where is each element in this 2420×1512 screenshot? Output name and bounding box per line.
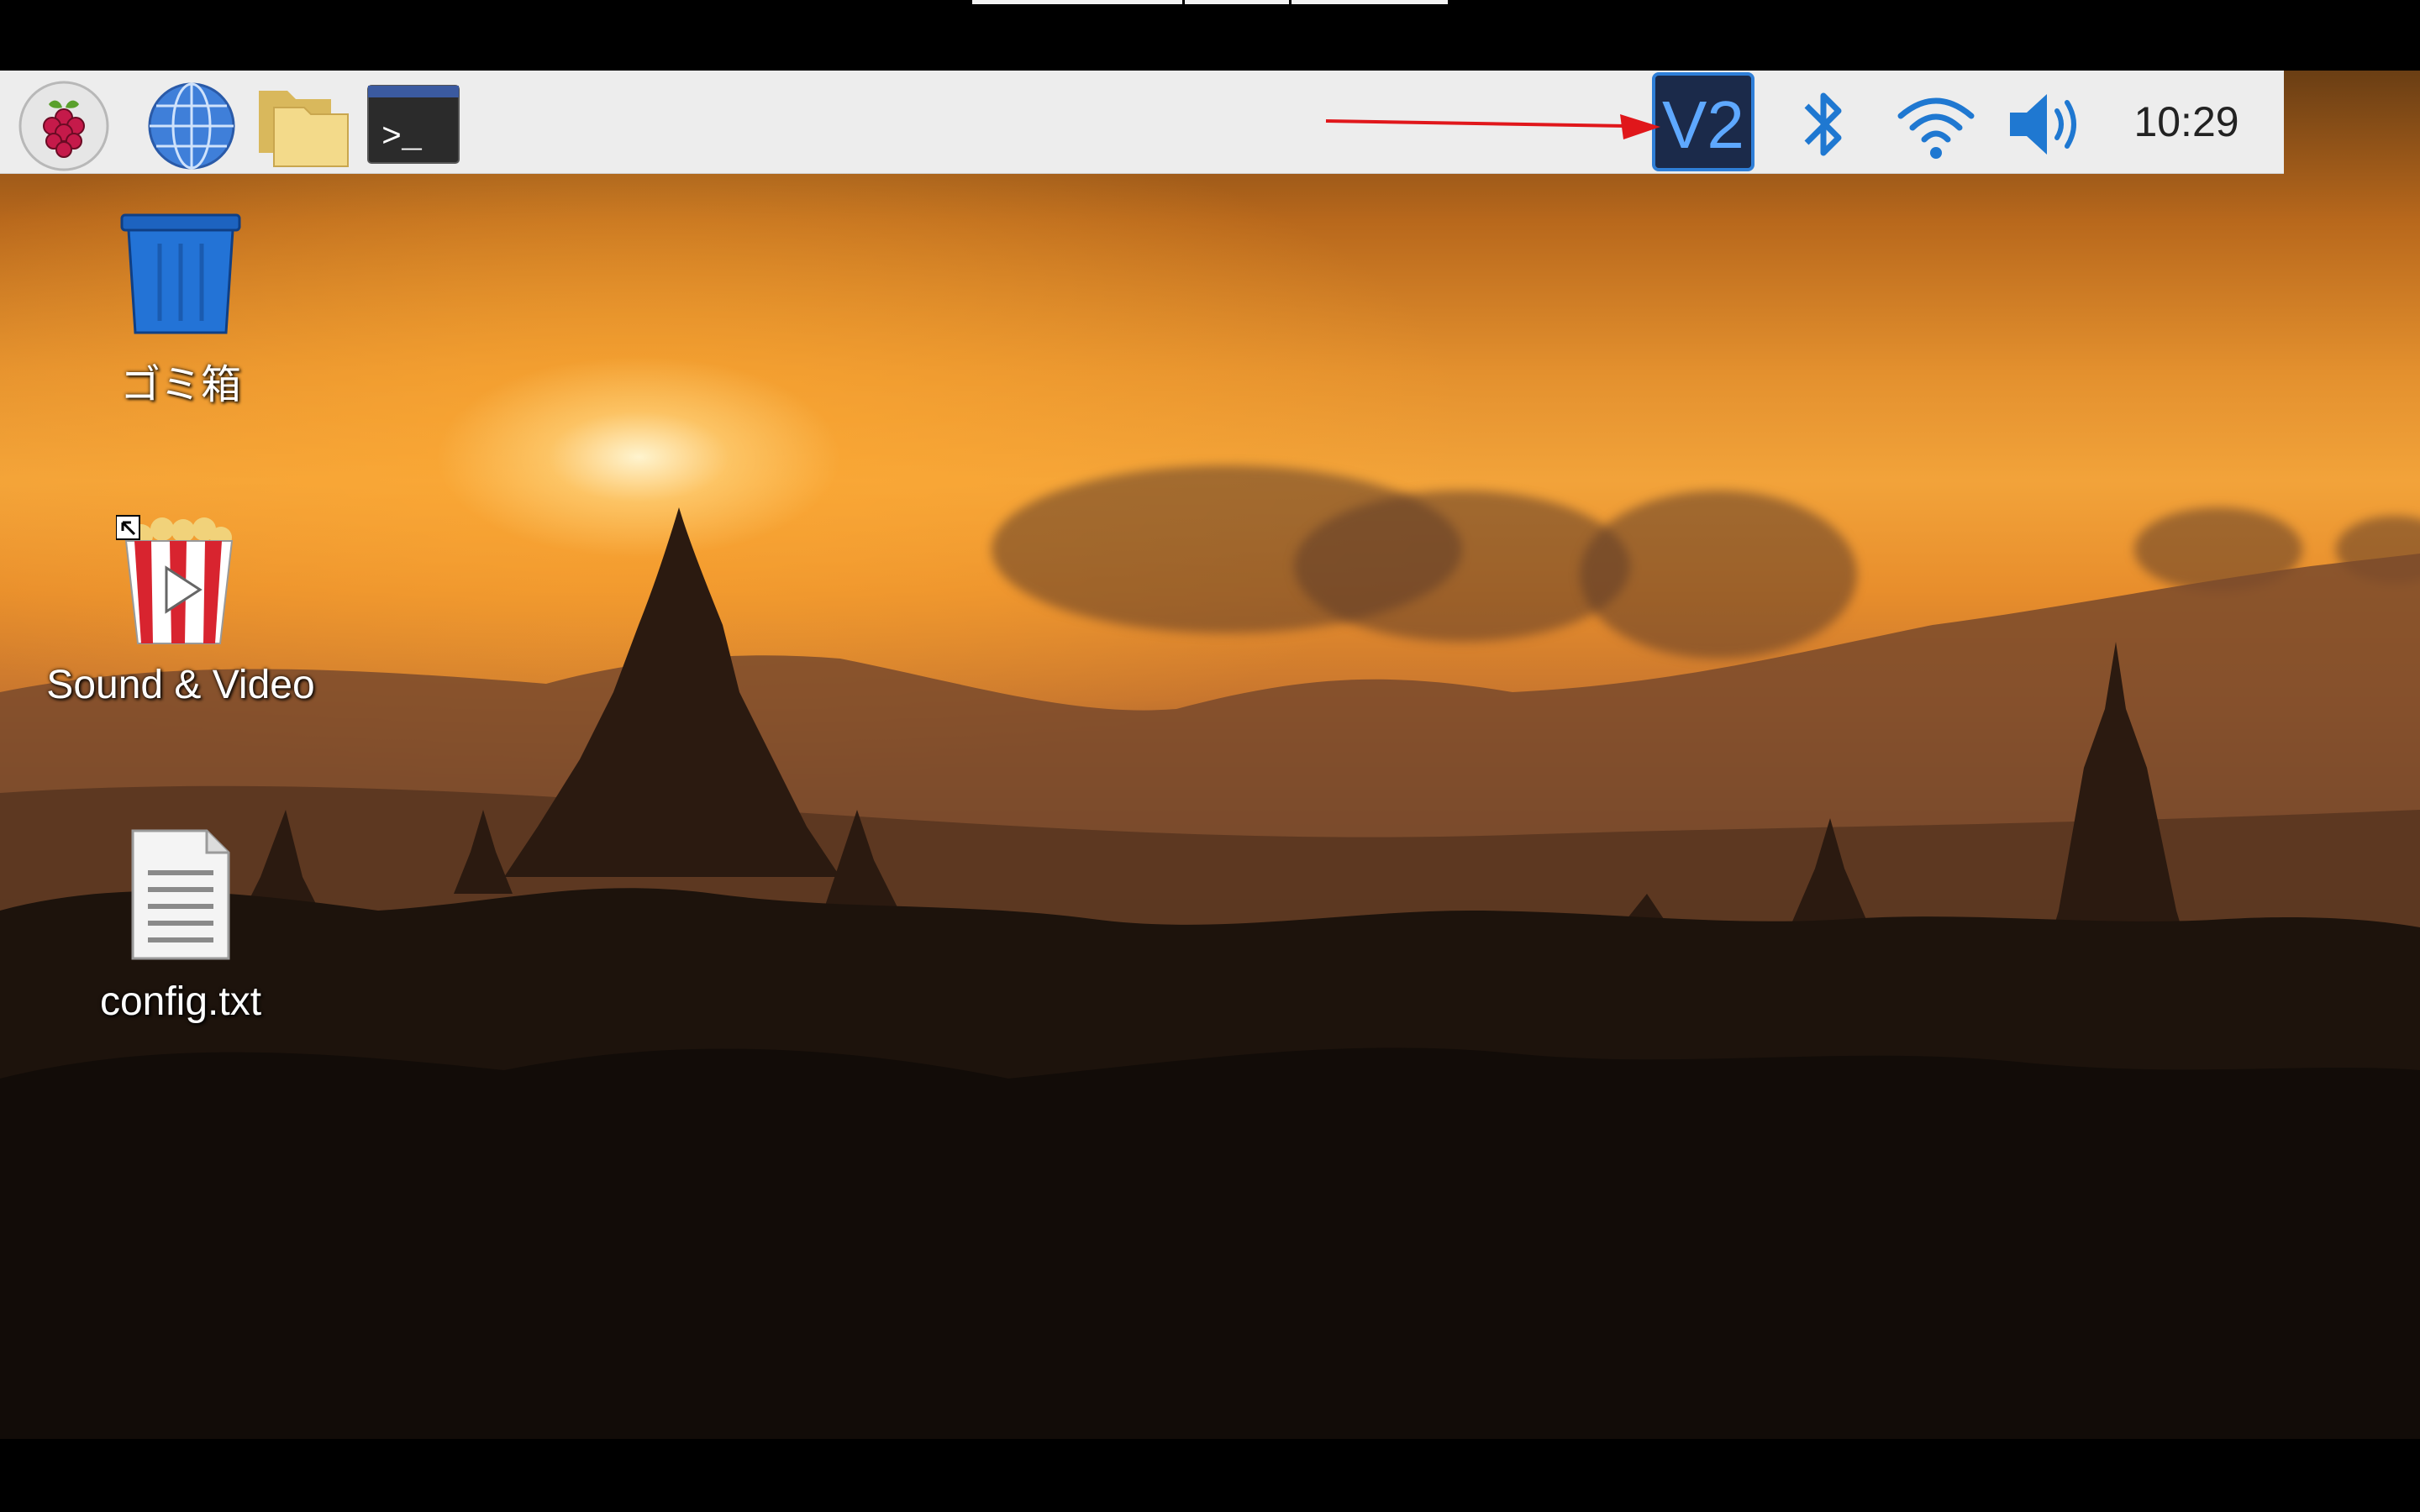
desktop-icon-label: ゴミ箱 [119,363,241,407]
text-file-icon [131,829,230,960]
vnc-server-button[interactable]: V2 [1652,72,1754,176]
web-browser-button[interactable] [145,79,239,177]
raspberry-icon [18,81,109,171]
desktop-icon-trash[interactable]: ゴミ箱 [50,210,311,412]
terminal-icon: >_ [367,85,460,164]
terminal-prompt: >_ [381,119,423,157]
file-manager-button[interactable] [255,79,350,177]
globe-icon [148,82,235,170]
top-border-segment [1292,0,1448,4]
bottom-border [0,1439,2420,1512]
desktop-icon-label: Sound & Video [46,663,315,707]
top-border-segment [1185,0,1289,4]
bluetooth-icon [1804,92,1842,156]
trash-icon [120,213,241,334]
temple-silhouettes [0,507,2420,1439]
annotation-arrow [1325,114,1660,139]
terminal-button[interactable]: >_ [366,79,460,177]
desktop-icon-label: config.txt [99,979,262,1024]
vnc-label: V2 [1662,87,1744,162]
bluetooth-button[interactable] [1798,82,1849,171]
wifi-button[interactable] [1894,82,1978,171]
wifi-icon [1897,97,1975,159]
desktop-icon-sound-video[interactable]: Sound & Video [8,512,353,722]
taskbar: >_ V2 10:29 [0,71,2284,174]
desktop-icon-config-txt[interactable]: config.txt [50,827,311,1037]
folder-icon [259,91,349,167]
popcorn-video-icon [116,515,234,644]
volume-icon [2010,94,2076,155]
top-border [0,0,2420,71]
desktop-wallpaper [0,71,2420,1439]
vnc-icon: V2 [1652,72,1754,171]
top-border-segment [972,0,1182,4]
raspberry-pi-menu-button[interactable] [17,79,111,177]
volume-button[interactable] [2005,82,2089,171]
clock[interactable]: 10:29 [2128,92,2245,151]
